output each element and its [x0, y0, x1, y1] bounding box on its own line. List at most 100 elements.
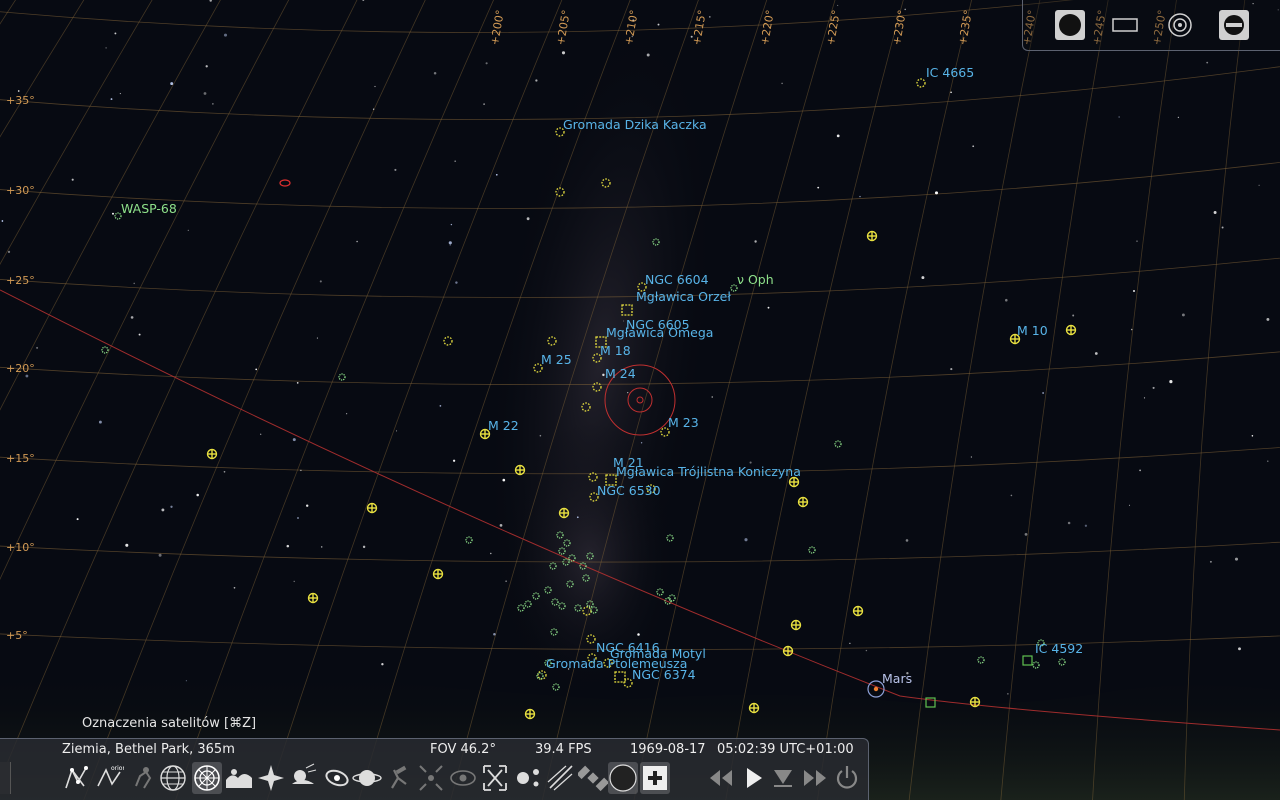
globular-cluster-marker[interactable] — [514, 464, 526, 476]
globular-cluster-marker[interactable] — [524, 708, 536, 720]
background-star — [849, 642, 851, 644]
label-m25[interactable]: M 25 — [541, 353, 572, 367]
constellation-labels-icon[interactable]: orion — [94, 762, 124, 794]
label-mars[interactable]: Mars — [882, 672, 912, 686]
label-ngc6374[interactable]: NGC 6374 — [632, 668, 696, 682]
constellation-lines-icon[interactable] — [62, 762, 92, 794]
exoplanets-icon[interactable] — [514, 762, 544, 794]
label-m18[interactable]: M 18 — [600, 344, 631, 358]
background-star — [1, 220, 4, 222]
satellites-icon[interactable] — [578, 762, 608, 794]
background-star — [1139, 469, 1141, 472]
label-wild-duck-cluster[interactable]: Gromada Dzika Kaczka — [563, 118, 707, 132]
background-star — [744, 538, 748, 542]
background-star — [1024, 533, 1028, 536]
background-star — [646, 53, 650, 57]
label-wasp-68[interactable]: WASP-68 — [121, 202, 177, 216]
globular-cluster-marker[interactable] — [558, 507, 570, 519]
label-omega-nebula[interactable]: Mgławica Omega — [606, 326, 713, 340]
background-star — [203, 92, 207, 95]
label-ic4665[interactable]: IC 4665 — [926, 66, 974, 80]
background-star — [836, 134, 840, 138]
real-time-icon[interactable] — [768, 762, 798, 794]
globular-cluster-marker[interactable] — [852, 605, 864, 617]
background-star — [260, 433, 262, 435]
constellation-art-icon[interactable] — [128, 762, 158, 794]
label-nu-oph[interactable]: ν Oph — [737, 273, 774, 287]
cardinal-points-icon[interactable] — [256, 762, 286, 794]
background-star — [495, 173, 498, 176]
background-star — [1067, 521, 1071, 525]
background-star — [346, 413, 348, 415]
background-star — [1042, 392, 1044, 394]
label-ngc6604[interactable]: NGC 6604 — [645, 273, 709, 287]
label-trifid-nebula[interactable]: Mgławica Trójlistna Koniczyna — [616, 465, 801, 479]
azimuthal-grid-icon[interactable] — [192, 762, 222, 794]
time-text[interactable]: 05:02:39 UTC+01:00 — [717, 742, 854, 757]
background-star — [539, 434, 542, 437]
background-star — [320, 546, 323, 548]
background-star — [535, 79, 538, 82]
nebulae-icon[interactable] — [322, 762, 352, 794]
background-star — [1169, 380, 1173, 384]
background-star — [950, 91, 952, 94]
night-mode-icon[interactable] — [448, 762, 478, 794]
background-star — [637, 633, 640, 636]
globular-cluster-marker[interactable] — [790, 619, 802, 631]
background-star — [754, 240, 757, 243]
atmosphere-icon[interactable] — [288, 762, 318, 794]
ground-icon[interactable] — [224, 762, 254, 794]
center-object-icon[interactable] — [416, 762, 446, 794]
fullscreen-icon[interactable] — [1053, 8, 1087, 42]
meteor-showers-icon[interactable] — [546, 762, 576, 794]
label-m24[interactable]: M 24 — [605, 367, 636, 381]
background-star — [300, 469, 302, 472]
label-m10[interactable]: M 10 — [1017, 324, 1048, 338]
equatorial-grid-icon[interactable] — [158, 762, 188, 794]
globular-cluster-marker[interactable] — [969, 696, 981, 708]
planet-labels-icon[interactable] — [352, 762, 382, 794]
globular-cluster-marker[interactable] — [366, 502, 378, 514]
date-text[interactable]: 1969-08-17 — [630, 742, 706, 757]
background-star — [627, 391, 629, 394]
background-star — [449, 244, 451, 246]
globular-cluster-marker[interactable] — [782, 645, 794, 657]
background-star — [130, 316, 134, 319]
globular-cluster-marker[interactable] — [1065, 324, 1077, 336]
label-m22[interactable]: M 22 — [488, 419, 519, 433]
globular-cluster-marker[interactable] — [797, 496, 809, 508]
background-star — [837, 4, 839, 6]
globular-cluster-marker[interactable] — [866, 230, 878, 242]
toolbar-left-handle[interactable] — [0, 762, 11, 794]
label-m23[interactable]: M 23 — [668, 416, 699, 430]
rewind-icon[interactable] — [706, 762, 736, 794]
background-star — [455, 281, 458, 284]
background-star — [394, 168, 397, 171]
quit-icon[interactable] — [832, 762, 862, 794]
background-star — [499, 524, 503, 527]
fast-forward-icon[interactable] — [800, 762, 830, 794]
telescope-icon[interactable] — [640, 762, 670, 794]
globular-cluster-marker[interactable] — [748, 702, 760, 714]
background-star — [372, 108, 375, 110]
globular-cluster-marker[interactable] — [432, 568, 444, 580]
globular-cluster-marker[interactable] — [206, 448, 218, 460]
background-star — [1005, 298, 1008, 302]
label-ngc6530[interactable]: NGC 6530 — [597, 484, 661, 498]
background-star — [374, 85, 376, 88]
ocular-icon[interactable] — [608, 762, 638, 794]
svg-text:orion: orion — [111, 765, 124, 772]
window-icon[interactable] — [1108, 8, 1142, 42]
settings-icon[interactable] — [1163, 8, 1197, 42]
fullscreen-toggle-icon[interactable] — [480, 762, 510, 794]
background-star — [286, 544, 290, 548]
play-icon[interactable] — [738, 762, 768, 794]
globular-cluster-marker[interactable] — [307, 592, 319, 604]
equatorial-mount-icon[interactable] — [384, 762, 414, 794]
background-star — [319, 280, 322, 283]
location-text[interactable]: Ziemia, Bethel Park, 365m — [62, 742, 235, 757]
quit-icon[interactable] — [1217, 8, 1251, 42]
label-ic4592[interactable]: IC 4592 — [1035, 642, 1083, 656]
background-star — [362, 545, 366, 549]
label-eagle-nebula[interactable]: Mgławica Orzeł — [636, 290, 731, 304]
